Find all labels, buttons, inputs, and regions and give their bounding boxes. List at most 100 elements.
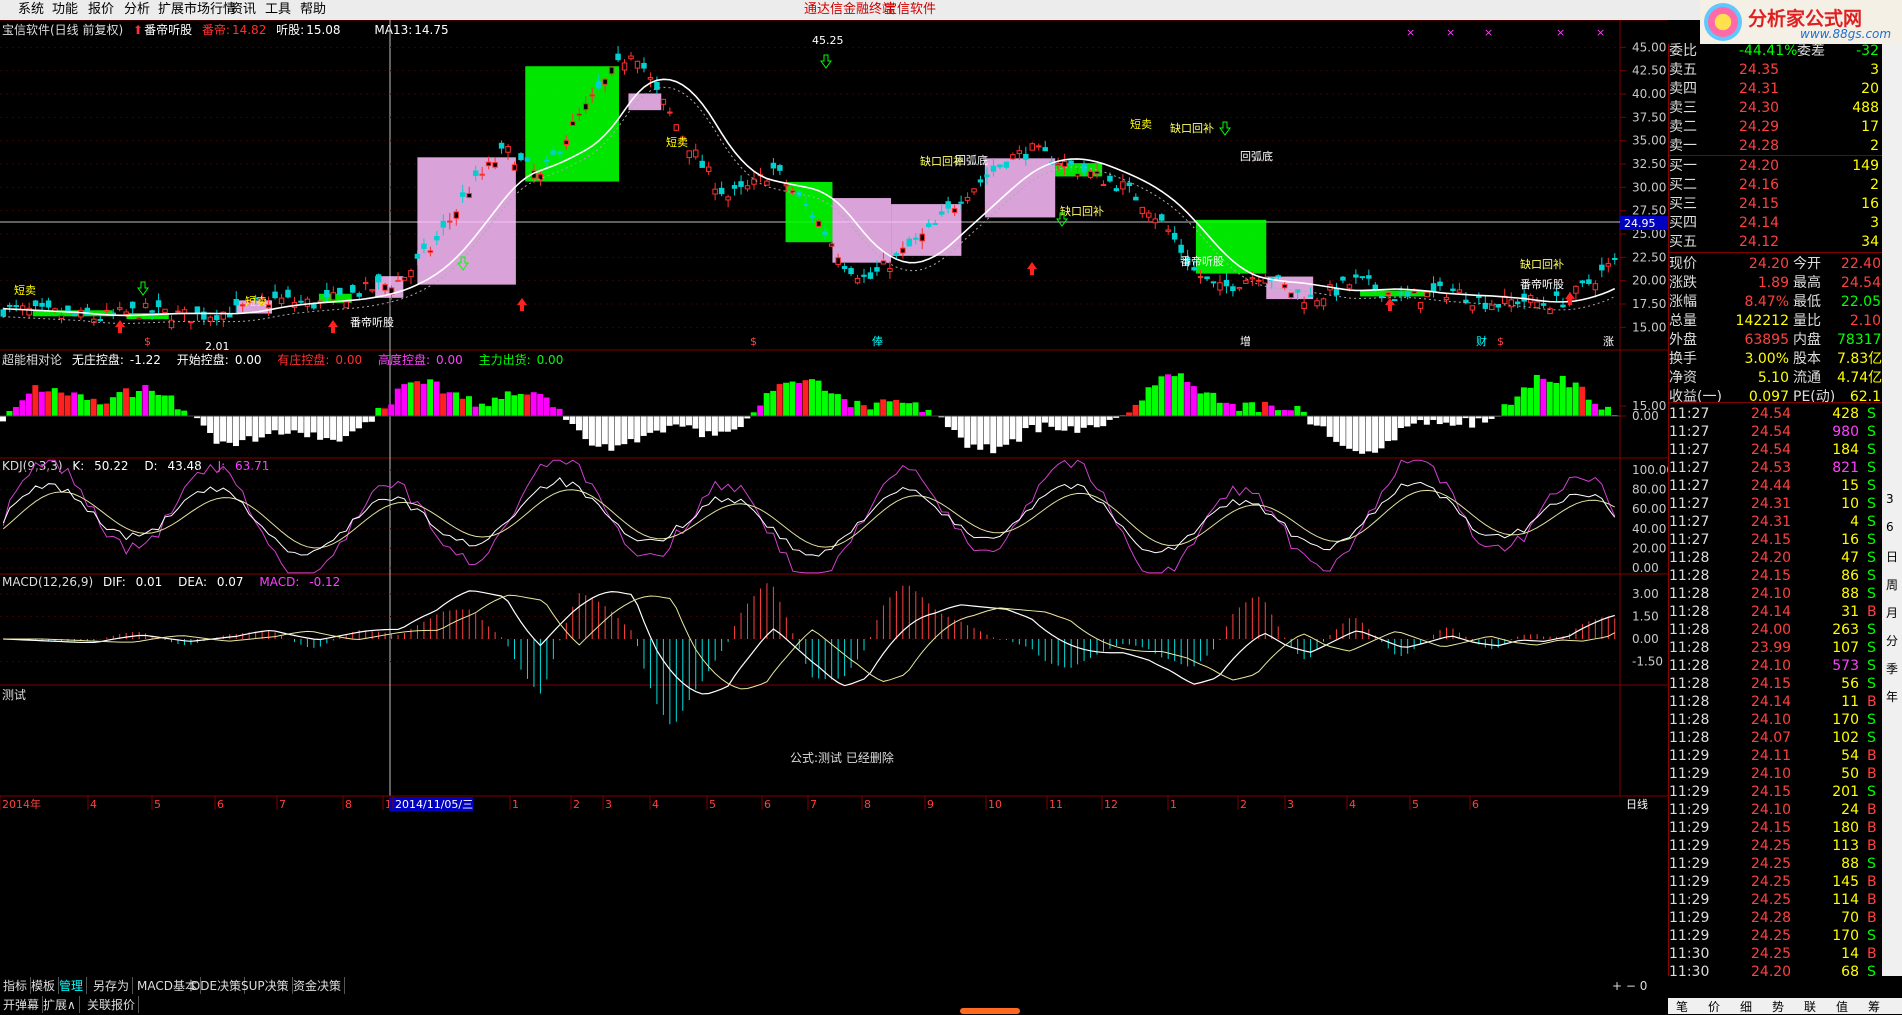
bottom-tab-7[interactable]: 资金决策 — [290, 977, 345, 994]
panel2-bar-down — [608, 416, 614, 451]
stat-row: 收益(一)0.097PE(动)62.1 — [1669, 388, 1883, 406]
chart-area[interactable]: 宝信软件(日线 前复权) ⬆番帝听股 番帝:14.82 听股:15.08 MA1… — [0, 20, 1668, 976]
candle-up — [1282, 285, 1286, 288]
time-axis-label: 4 — [652, 798, 659, 811]
candle-up — [454, 212, 458, 218]
candle-down — [72, 315, 76, 316]
right-bottom-tab-3[interactable]: 势 — [1772, 998, 1784, 1015]
period-button-7[interactable]: 年 — [1886, 688, 1898, 705]
tick-volume: 86 — [1809, 567, 1859, 585]
bottom-progress-bar — [960, 1008, 1020, 1014]
period-button-5[interactable]: 分 — [1886, 632, 1898, 649]
panel2-bar-up — [1146, 387, 1152, 416]
kdj-tick-label: 0.00 — [1632, 561, 1659, 575]
menu-item-analysis[interactable]: 分析 — [124, 2, 150, 18]
ask-row: 卖三24.30488 — [1669, 99, 1883, 117]
ask-label: 卖二 — [1669, 118, 1697, 136]
period-button-0[interactable]: 3 — [1886, 492, 1894, 506]
candle-up — [1198, 277, 1202, 278]
period-button-6[interactable]: 季 — [1886, 660, 1898, 677]
tick-side: S — [1867, 639, 1876, 657]
panel2-bar-up — [84, 400, 90, 416]
bottom-tab-2[interactable]: 管理 — [56, 977, 87, 994]
bottom-tab2-1[interactable]: 扩展∧ — [40, 996, 80, 1013]
bottom-tab-6[interactable]: SUP决策 — [238, 977, 293, 994]
tick-volume: 14 — [1809, 945, 1859, 963]
bottom-tab-1[interactable]: 模板 — [28, 977, 59, 994]
right-bottom-tab-4[interactable]: 联 — [1804, 998, 1816, 1015]
candle-up — [1140, 207, 1144, 213]
candle-up — [105, 310, 109, 311]
bid-price: 24.15 — [1739, 195, 1779, 213]
ask-volume: 3 — [1799, 61, 1879, 79]
panel2-bar-down — [990, 416, 996, 453]
tick-price: 24.25 — [1751, 945, 1791, 963]
ask-volume: 2 — [1799, 137, 1879, 155]
panel2-bar-up — [1592, 404, 1598, 416]
candle-up — [137, 318, 141, 319]
period-button-2[interactable]: 日 — [1886, 548, 1898, 565]
tick-time: 11:27 — [1669, 513, 1709, 531]
candle-down — [1211, 282, 1215, 283]
panel2-bar-down — [324, 416, 330, 438]
right-bottom-tab-1[interactable]: 价 — [1708, 998, 1720, 1015]
tick-price: 24.54 — [1751, 423, 1791, 441]
panel2-bar-down — [589, 416, 595, 446]
time-axis-label: 5 — [1412, 798, 1419, 811]
right-bottom-tab-0[interactable]: 笔 — [1676, 998, 1688, 1015]
right-bottom-tab-6[interactable]: 筹 — [1868, 998, 1880, 1015]
menu-item-system[interactable]: 系统 — [18, 2, 44, 18]
stat-label2: 最低 — [1793, 293, 1821, 311]
tick-volume: 180 — [1809, 819, 1859, 837]
bottom-tab2-0[interactable]: 开弹幕 — [0, 996, 43, 1013]
candle-down — [1399, 293, 1403, 294]
candle-up — [836, 258, 840, 265]
stat-label2: 量比 — [1793, 312, 1821, 330]
panel2-bar-up — [1275, 410, 1281, 416]
candle-down — [14, 306, 18, 307]
terminal-title-link[interactable]: 通达信金融终端 — [804, 2, 895, 18]
chart-canvas[interactable]: 45.0042.5040.0037.5035.0032.5030.0027.50… — [0, 20, 1668, 976]
tick-price: 24.10 — [1751, 801, 1791, 819]
bottom-tab-3[interactable]: 另存为 — [90, 977, 133, 994]
ask-volume: 17 — [1799, 118, 1879, 136]
stat-value2: 22.40 — [1837, 255, 1881, 273]
panel2-bar-up — [764, 393, 770, 416]
bottom-tab-5[interactable]: DDE决策 — [188, 977, 245, 994]
menu-item-help[interactable]: 帮助 — [300, 2, 326, 18]
panel2-bar-up — [1217, 403, 1223, 416]
zoom-controls[interactable]: + − 0 — [1612, 979, 1647, 993]
menu-item-function[interactable]: 功能 — [52, 2, 78, 18]
panel2-bar-down — [1443, 416, 1449, 423]
tick-volume: 573 — [1809, 657, 1859, 675]
panel2-bar-up — [887, 401, 893, 416]
menu-item-extended-market[interactable]: 扩展市场行情 — [158, 2, 236, 18]
tick-price: 24.25 — [1751, 855, 1791, 873]
menu-item-news[interactable]: 资讯 — [230, 2, 256, 18]
ask-row: 卖五24.353 — [1669, 61, 1883, 79]
candle-up — [972, 189, 976, 192]
bottom-tab2-2[interactable]: 关联报价 — [84, 996, 139, 1013]
right-bottom-tab-5[interactable]: 值 — [1836, 998, 1848, 1015]
panel2-bar-down — [1346, 416, 1352, 449]
panel2-bar-down — [1320, 416, 1326, 426]
current-price-tag-text: 24.95 — [1624, 217, 1656, 230]
bottom-tab-0[interactable]: 指标 — [0, 977, 31, 994]
period-button-1[interactable]: 6 — [1886, 520, 1894, 534]
candle-down — [596, 82, 600, 88]
stock-name-link[interactable]: 宝信软件 — [884, 2, 936, 18]
candle-up — [1095, 171, 1099, 173]
candle-down — [215, 316, 219, 320]
period-button-4[interactable]: 月 — [1886, 604, 1898, 621]
period-button-3[interactable]: 周 — [1886, 576, 1898, 593]
candle-down — [350, 286, 354, 293]
tick-row: 11:2924.25145B — [1669, 873, 1883, 891]
menu-item-quote[interactable]: 报价 — [88, 2, 114, 18]
panel2-bar-up — [71, 392, 77, 416]
quote-divider — [1669, 155, 1883, 156]
right-bottom-tab-2[interactable]: 细 — [1740, 998, 1752, 1015]
panel2-bar-down — [201, 416, 207, 426]
tick-price: 24.54 — [1751, 441, 1791, 459]
menu-item-tools[interactable]: 工具 — [265, 2, 291, 18]
bid-row: 买一24.20149 — [1669, 157, 1883, 175]
